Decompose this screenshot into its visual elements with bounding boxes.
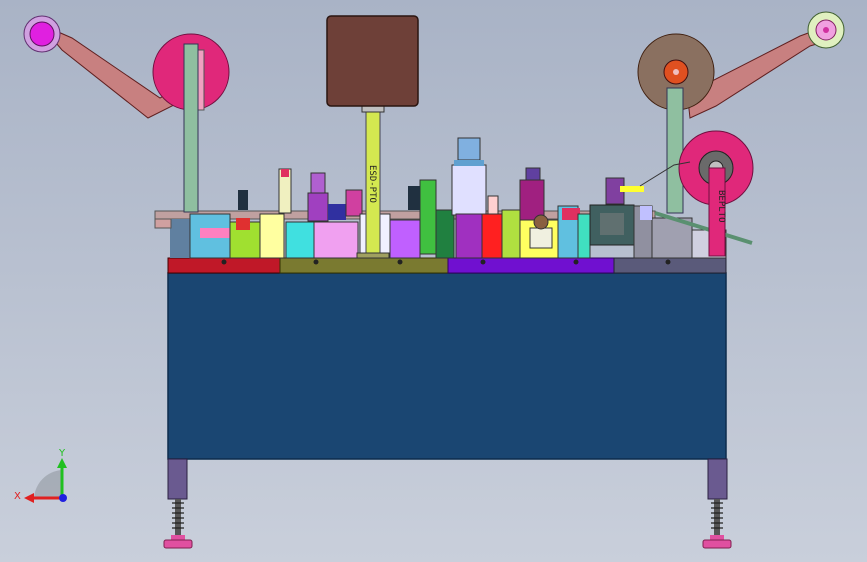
right-column-label: BEPLTO [716, 190, 726, 223]
leg-left [167, 458, 188, 500]
cabinet-body[interactable] [167, 272, 727, 460]
leveling-screw-right [711, 499, 723, 535]
machine-assembly-drawing: ESD-PTO BEPLTO Y X [14, 11, 845, 549]
y-axis-label: Y [58, 448, 66, 459]
z-axis-dot [59, 494, 67, 502]
base-plate [167, 257, 727, 274]
top-box [326, 15, 419, 107]
cad-viewport[interactable]: ESD-PTO BEPLTO Y X [0, 0, 867, 562]
y-axis-arrowhead [57, 458, 67, 468]
foot-left [163, 535, 193, 549]
triad-plane [34, 470, 62, 498]
left-reel-assembly [23, 15, 230, 213]
leveling-screw-left [172, 499, 184, 535]
leg-right [707, 458, 728, 500]
x-axis-arrowhead [24, 493, 34, 503]
coordinate-triad[interactable]: Y X [14, 448, 67, 503]
workstation-mechanisms [154, 137, 753, 259]
foot-right [702, 535, 732, 549]
x-axis-label: X [14, 491, 21, 502]
rod-label: ESD-PTO [367, 165, 377, 203]
